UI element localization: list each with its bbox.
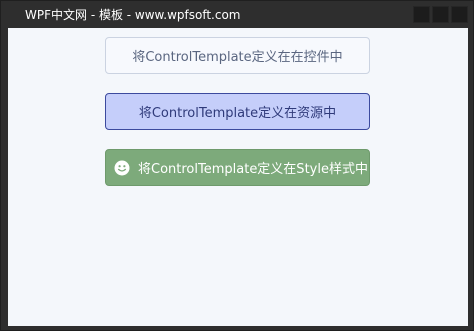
control-template-button[interactable]: 将ControlTemplate定义在在控件中 <box>105 37 370 74</box>
title-bar[interactable]: WPF中文网 - 模板 - www.wpfsoft.com <box>1 1 473 28</box>
resource-template-button-label: 将ControlTemplate定义在资源中 <box>138 106 337 121</box>
control-template-button-label: 将ControlTemplate定义在在控件中 <box>132 50 343 65</box>
style-template-button[interactable]: 将ControlTemplate定义在Style样式中 <box>105 149 370 186</box>
window-title: WPF中文网 - 模板 - www.wpfsoft.com <box>25 8 241 22</box>
window-content: 将ControlTemplate定义在在控件中 将ControlTemplate… <box>8 28 468 326</box>
app-window: WPF中文网 - 模板 - www.wpfsoft.com 将ControlTe… <box>0 0 474 331</box>
close-button[interactable] <box>451 6 468 23</box>
maximize-button[interactable] <box>432 6 449 23</box>
smiley-icon <box>114 160 130 175</box>
style-template-button-label: 将ControlTemplate定义在Style样式中 <box>138 162 368 177</box>
minimize-button[interactable] <box>413 6 430 23</box>
resource-template-button[interactable]: 将ControlTemplate定义在资源中 <box>105 93 370 130</box>
